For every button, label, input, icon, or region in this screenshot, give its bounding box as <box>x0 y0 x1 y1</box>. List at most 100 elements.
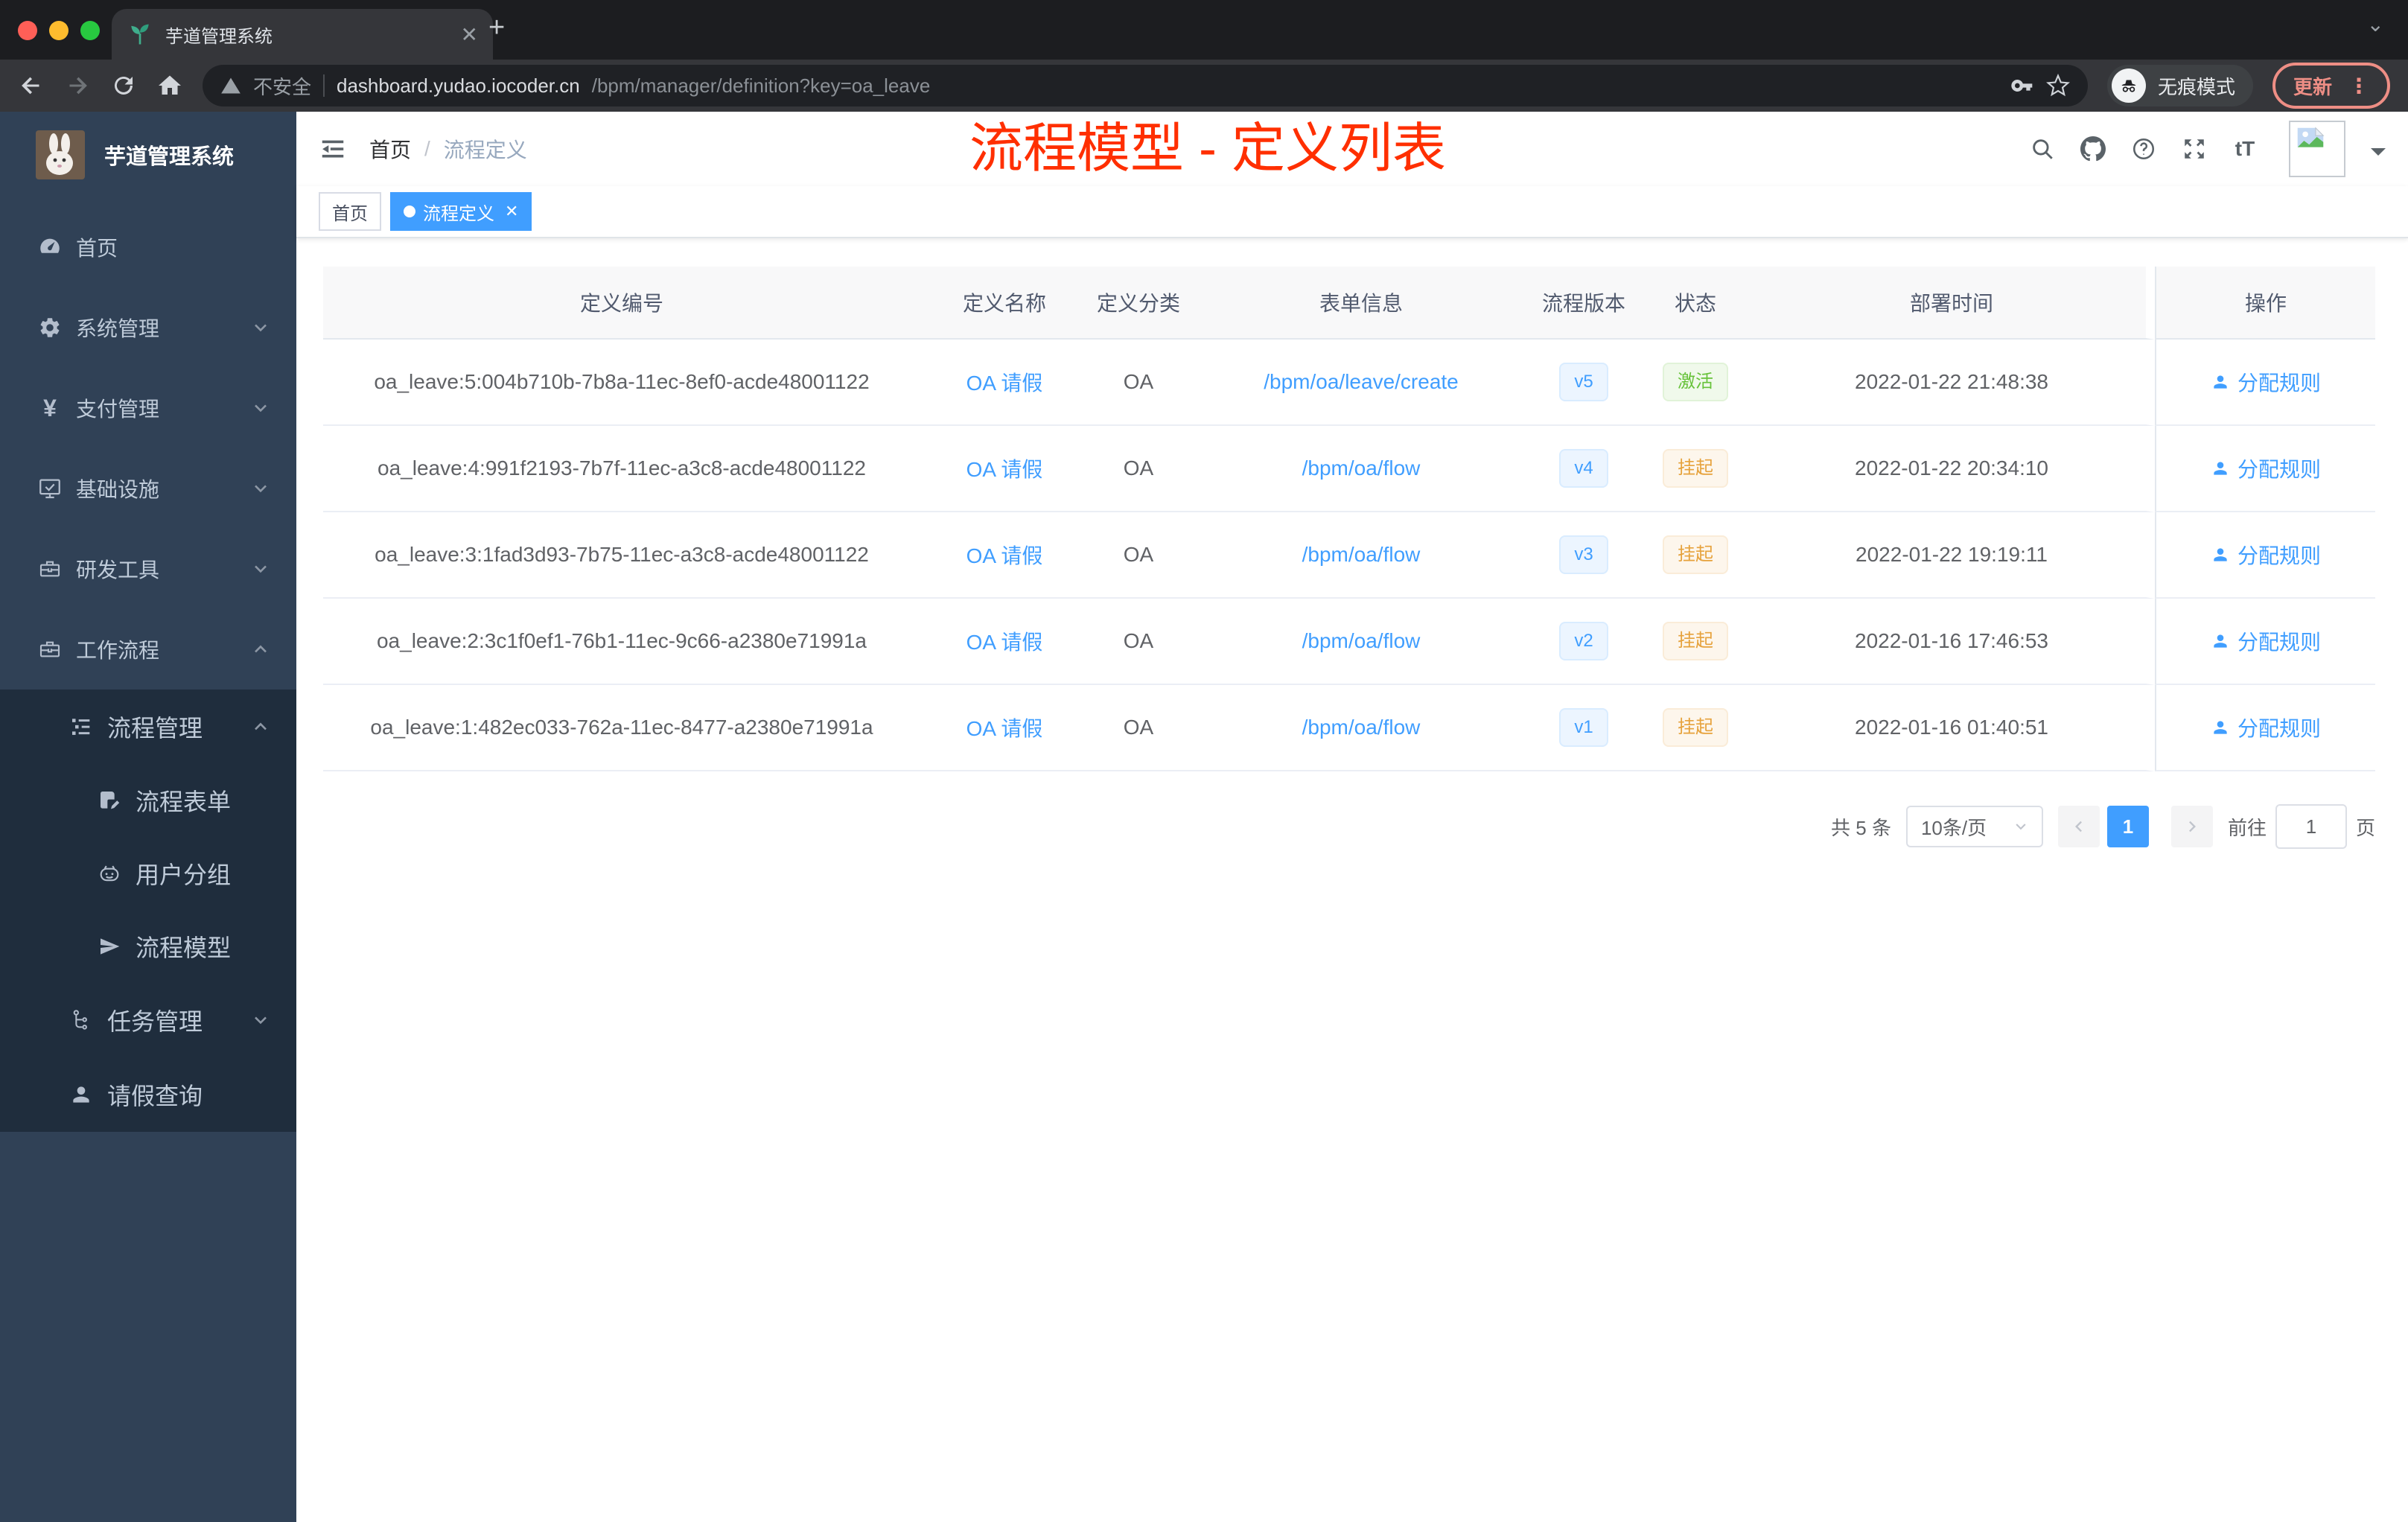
chevron-right-icon <box>2189 821 2196 832</box>
assign-rule-button[interactable]: 分配规则 <box>2211 453 2321 483</box>
search-icon[interactable] <box>2030 136 2055 162</box>
bookmark-star-icon[interactable] <box>2046 74 2070 98</box>
table-row: oa_leave:4:991f2193-7b7f-11ec-a3c8-acde4… <box>323 426 2375 512</box>
definition-name-link[interactable]: OA 请假 <box>966 458 1043 481</box>
sidebar-toggle-icon[interactable] <box>319 135 347 163</box>
home-icon[interactable] <box>156 72 183 99</box>
font-size-icon[interactable]: tT <box>2232 136 2258 162</box>
sidebar-item-leave-query[interactable]: 请假查询 <box>0 1057 296 1132</box>
address-bar[interactable]: 不安全 dashboard.yudao.iocoder.cn/bpm/manag… <box>203 65 2088 106</box>
tag-home[interactable]: 首页 <box>319 192 381 231</box>
breadcrumb-separator: / <box>424 137 430 160</box>
incognito-badge[interactable]: 无痕模式 <box>2106 65 2253 106</box>
person-icon <box>2214 375 2227 389</box>
window-minimize-button[interactable] <box>49 21 69 40</box>
security-warning-icon <box>221 77 241 94</box>
chevron-up-icon <box>255 722 267 730</box>
pagination-goto-label: 前往 <box>2227 816 2267 839</box>
definition-name-link[interactable]: OA 请假 <box>966 544 1043 567</box>
sidebar-item-payment[interactable]: ¥ 支付管理 <box>0 368 296 448</box>
window-zoom-button[interactable] <box>80 21 100 40</box>
assign-rule-button[interactable]: 分配规则 <box>2211 626 2321 656</box>
sidebar-logo[interactable]: 芋道管理系统 <box>0 112 296 198</box>
definition-name-link[interactable]: OA 请假 <box>966 717 1043 740</box>
assign-rule-button[interactable]: 分配规则 <box>2211 713 2321 742</box>
reload-icon[interactable] <box>110 72 137 99</box>
document-edit-icon <box>97 788 122 813</box>
definition-category: OA <box>1089 340 1188 426</box>
version-badge: v4 <box>1559 449 1608 488</box>
tab-search-caret-icon[interactable]: ⌄ <box>2367 12 2384 36</box>
col-actions: 操作 <box>2155 267 2375 340</box>
person-icon <box>69 1082 94 1107</box>
tag-process-definition[interactable]: 流程定义 ✕ <box>390 192 532 231</box>
col-definition-name: 定义名称 <box>920 267 1089 340</box>
form-link[interactable]: /bpm/oa/flow <box>1302 456 1421 480</box>
col-status: 状态 <box>1634 267 1757 340</box>
assign-rule-button[interactable]: 分配规则 <box>2211 540 2321 570</box>
header-actions: tT <box>2030 121 2386 177</box>
tag-close-icon[interactable]: ✕ <box>505 202 518 221</box>
page-size-select[interactable]: 10条/页 <box>1905 806 2043 847</box>
forward-icon[interactable] <box>64 72 91 99</box>
password-key-icon[interactable] <box>2010 74 2034 98</box>
definition-category: OA <box>1089 512 1188 599</box>
person-icon <box>2214 634 2227 648</box>
page-content: 定义编号 定义名称 定义分类 表单信息 流程版本 状态 部署时间 操作 oa_l <box>296 238 2408 1522</box>
version-badge: v1 <box>1559 708 1608 747</box>
favicon-plant-icon <box>131 24 149 45</box>
sidebar-item-dev-tools[interactable]: 研发工具 <box>0 529 296 609</box>
form-link[interactable]: /bpm/oa/flow <box>1302 716 1421 739</box>
form-link[interactable]: /bpm/oa/leave/create <box>1264 370 1459 393</box>
definition-name-link[interactable]: OA 请假 <box>966 372 1043 395</box>
back-icon[interactable] <box>18 72 45 99</box>
tree-list-icon <box>69 714 94 739</box>
pagination-page-1[interactable]: 1 <box>2106 806 2149 847</box>
avatar-caret-icon[interactable] <box>2371 148 2386 163</box>
definition-id: oa_leave:3:1fad3d93-7b75-11ec-a3c8-acde4… <box>323 512 920 599</box>
window-close-button[interactable] <box>18 21 37 40</box>
version-badge: v2 <box>1559 622 1608 660</box>
github-icon[interactable] <box>2080 136 2106 162</box>
fullscreen-icon[interactable] <box>2182 136 2207 162</box>
sidebar-item-process-form[interactable]: 流程表单 <box>0 764 296 837</box>
workflow-submenu: 流程管理 流程表单 用户分组 流程模型 任务管理 请假查询 <box>0 690 296 1132</box>
chevron-down-icon <box>255 485 267 493</box>
definition-id: oa_leave:4:991f2193-7b7f-11ec-a3c8-acde4… <box>323 426 920 512</box>
avatar[interactable] <box>2289 121 2345 177</box>
definition-table: 定义编号 定义名称 定义分类 表单信息 流程版本 状态 部署时间 操作 oa_l <box>323 267 2375 771</box>
tab-close-icon[interactable]: ✕ <box>461 22 478 47</box>
form-link[interactable]: /bpm/oa/flow <box>1302 543 1421 566</box>
sidebar-item-infrastructure[interactable]: 基础设施 <box>0 448 296 529</box>
sidebar-item-user-group[interactable]: 用户分组 <box>0 837 296 910</box>
pagination-goto-input[interactable] <box>2275 804 2347 849</box>
breadcrumb-home[interactable]: 首页 <box>369 134 411 164</box>
screen: 芋道管理系统 ✕ + ⌄ 不安全 dashboard.yudao.iocoder… <box>0 0 2408 1522</box>
new-tab-button[interactable]: + <box>488 12 505 44</box>
browser-update-button[interactable]: 更新 ⋮ <box>2272 63 2390 109</box>
tags-view: 首页 流程定义 ✕ <box>296 186 2408 238</box>
logo-rabbit-image <box>36 130 85 179</box>
pagination-next-button[interactable] <box>2170 806 2213 847</box>
window-controls <box>18 21 100 40</box>
sidebar-item-home[interactable]: 首页 <box>0 207 296 287</box>
sidebar-item-workflow[interactable]: 工作流程 <box>0 609 296 690</box>
browser-menu-icon[interactable]: ⋮ <box>2348 74 2369 98</box>
definition-name-link[interactable]: OA 请假 <box>966 631 1043 654</box>
sidebar-item-system[interactable]: 系统管理 <box>0 287 296 368</box>
browser-tab[interactable]: 芋道管理系统 ✕ <box>112 9 493 60</box>
pagination-total: 共 5 条 <box>1831 816 1891 839</box>
table-header-row: 定义编号 定义名称 定义分类 表单信息 流程版本 状态 部署时间 操作 <box>323 267 2375 340</box>
form-link[interactable]: /bpm/oa/flow <box>1302 629 1421 652</box>
sidebar-item-task-management[interactable]: 任务管理 <box>0 983 296 1057</box>
sidebar-item-process-management[interactable]: 流程管理 <box>0 690 296 764</box>
help-icon[interactable] <box>2131 136 2156 162</box>
app-title: 芋道管理系统 <box>104 145 235 169</box>
deploy-time: 2022-01-22 20:34:10 <box>1757 426 2155 512</box>
sidebar-item-process-model[interactable]: 流程模型 <box>0 910 296 983</box>
assign-rule-button[interactable]: 分配规则 <box>2211 367 2321 397</box>
pagination-prev-button[interactable] <box>2057 806 2100 847</box>
chevron-left-icon <box>2074 821 2082 832</box>
definition-category: OA <box>1089 599 1188 685</box>
definition-id: oa_leave:5:004b710b-7b8a-11ec-8ef0-acde4… <box>323 340 920 426</box>
